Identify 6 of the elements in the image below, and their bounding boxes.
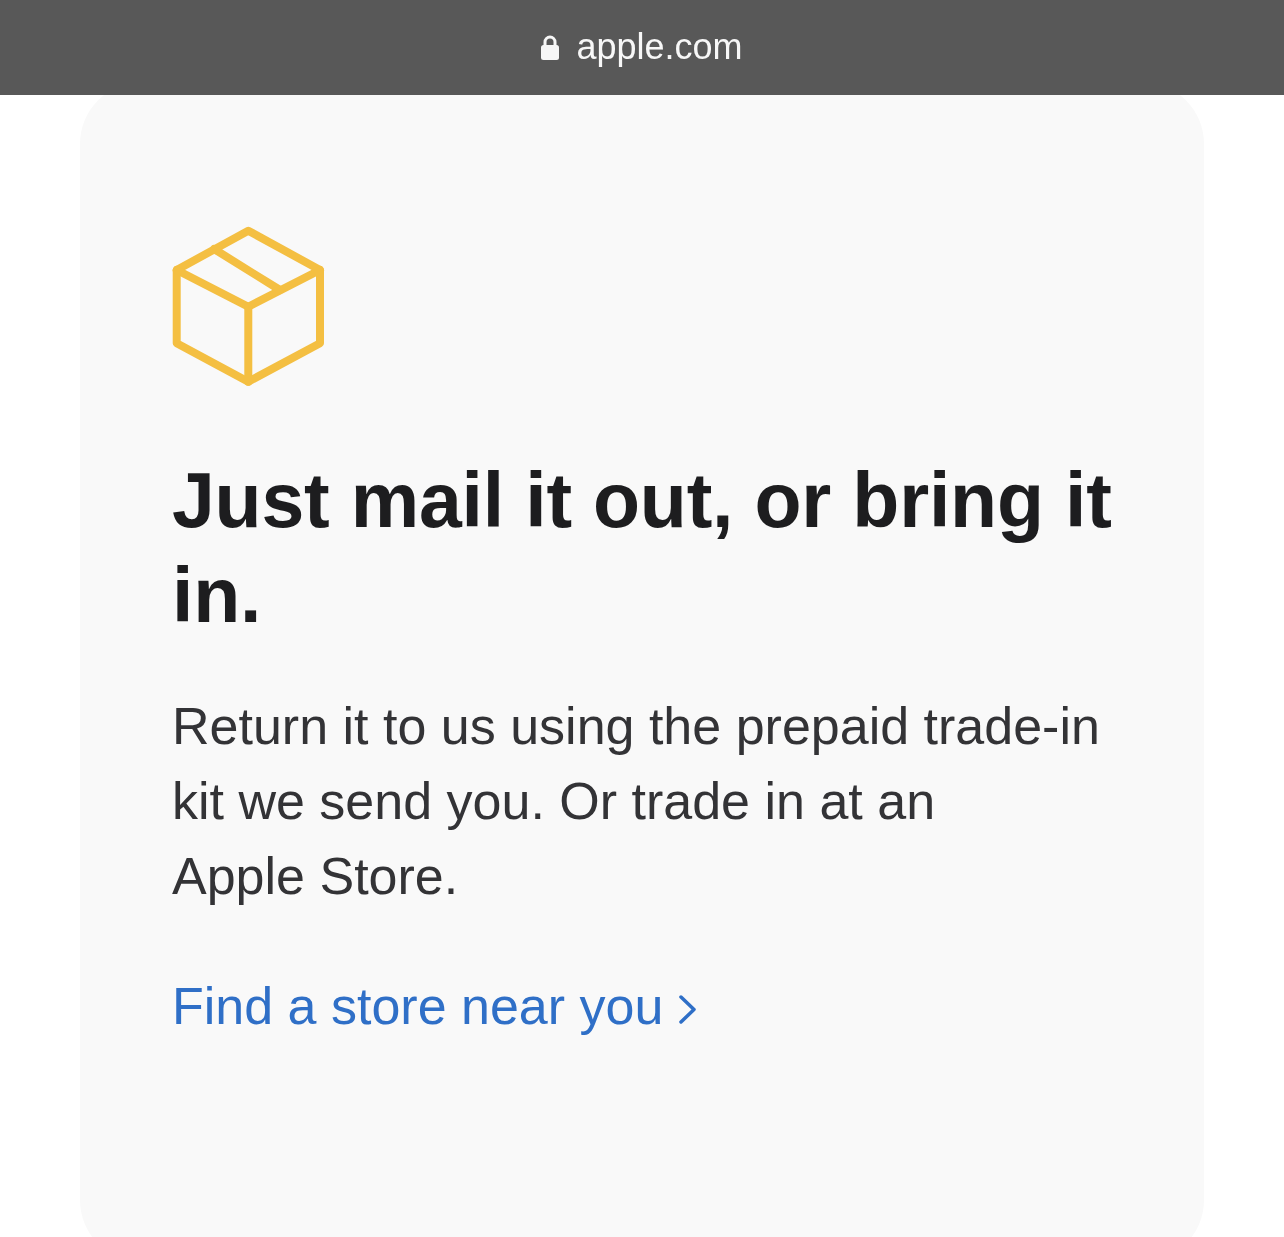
box-icon: [172, 226, 325, 386]
url-text[interactable]: apple.com: [576, 24, 743, 71]
card-description: Return it to us using the prepaid trade-in kit we send you. Or trade in at an Apple Store.: [172, 696, 1101, 907]
chevron-right-icon: [679, 994, 697, 1024]
find-store-link[interactable]: Find a store near you: [172, 975, 697, 1037]
card-heading: Just mail it out, or bring it in.: [172, 456, 1113, 640]
